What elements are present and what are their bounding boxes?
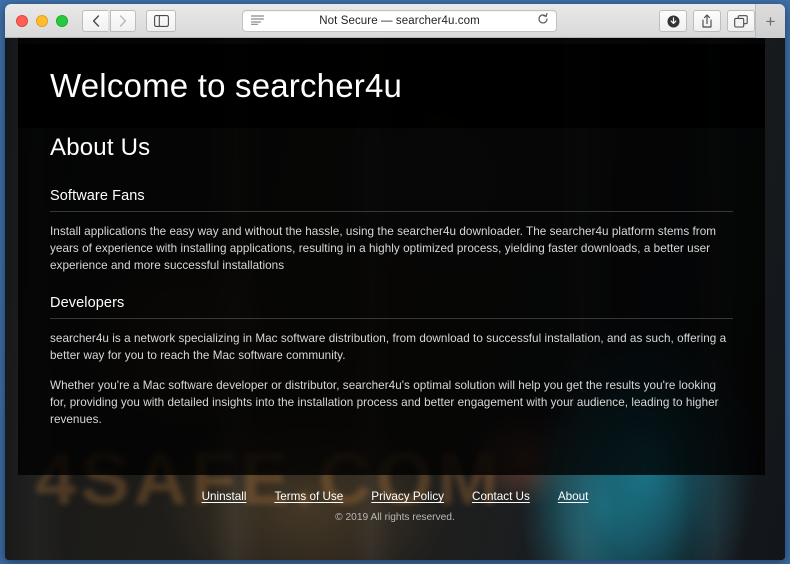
back-button[interactable] [82, 9, 108, 32]
address-bar[interactable]: Not Secure — searcher4u.com [242, 10, 557, 32]
reload-icon [538, 13, 548, 24]
section-paragraph: Install applications the easy way and wi… [50, 225, 717, 272]
address-bar-text: Not Secure — searcher4u.com [319, 15, 480, 27]
zoom-window-button[interactable] [56, 14, 68, 27]
footer-link-contact-us[interactable]: Contact Us [472, 490, 530, 503]
section-paragraph: Whether you're a Mac software developer … [50, 379, 719, 426]
main-content: About Us Software Fans Install applicati… [18, 134, 765, 428]
footer-link-terms-of-use[interactable]: Terms of Use [274, 490, 343, 503]
browser-toolbar: Not Secure — searcher4u.com + [5, 4, 785, 38]
new-tab-button[interactable]: + [755, 4, 785, 38]
minimize-window-button[interactable] [36, 14, 48, 27]
footer-link-uninstall[interactable]: Uninstall [202, 490, 247, 503]
download-icon [667, 15, 679, 27]
address-bar-container: Not Secure — searcher4u.com [242, 10, 557, 32]
window-traffic-lights [5, 14, 68, 27]
reader-view-icon[interactable] [250, 12, 265, 30]
section-paragraph: searcher4u is a network specializing in … [50, 332, 727, 362]
section-divider [50, 211, 733, 212]
chevron-right-icon [119, 14, 127, 27]
close-window-button[interactable] [16, 14, 28, 27]
section-divider [50, 318, 733, 319]
toggle-sidebar-button[interactable] [146, 9, 176, 32]
chevron-left-icon [92, 14, 99, 27]
page-footer: Uninstall Terms of Use Privacy Policy Co… [5, 490, 785, 523]
copyright-text: © 2019 All rights reserved. [335, 512, 455, 523]
footer-link-privacy-policy[interactable]: Privacy Policy [371, 490, 444, 503]
share-icon [702, 14, 712, 28]
web-page-viewport: 4SAFE.COM Welcome to searcher4u About Us… [5, 38, 785, 560]
safari-browser-window: Not Secure — searcher4u.com + 4SAFE.COM … [5, 4, 785, 560]
share-button[interactable] [693, 10, 721, 32]
hero-banner: Welcome to searcher4u [18, 44, 765, 128]
forward-button[interactable] [110, 9, 136, 32]
desktop-background: Not Secure — searcher4u.com + 4SAFE.COM … [0, 0, 790, 564]
section-heading: Software Fans [50, 188, 145, 204]
about-heading: About Us [50, 134, 151, 161]
toolbar-action-buttons [659, 10, 755, 32]
section-software-fans: Software Fans Install applications the e… [50, 188, 733, 274]
footer-link-about[interactable]: About [558, 490, 589, 503]
tab-overview-icon [734, 14, 748, 28]
tab-overview-button[interactable] [727, 10, 755, 32]
navigation-buttons [82, 9, 136, 32]
reader-lines-icon [250, 15, 265, 25]
section-heading: Developers [50, 295, 125, 311]
section-developers: Developers searcher4u is a network speci… [50, 295, 733, 428]
footer-links: Uninstall Terms of Use Privacy Policy Co… [5, 490, 785, 503]
downloads-button[interactable] [659, 10, 687, 32]
sidebar-icon [153, 14, 169, 27]
page-title: Welcome to searcher4u [50, 67, 403, 104]
reload-button[interactable] [537, 12, 549, 30]
